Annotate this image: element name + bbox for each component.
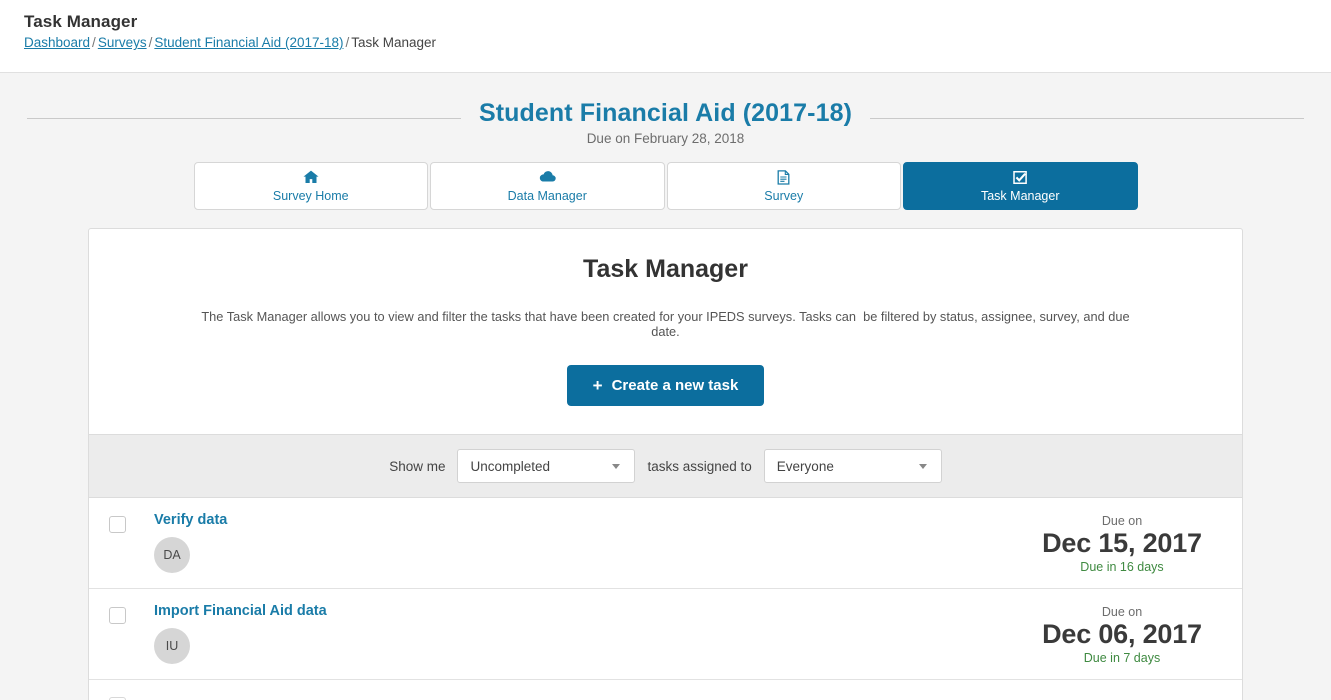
breadcrumb-item-survey[interactable]: Student Financial Aid (2017-18)	[154, 35, 343, 50]
tab-label: Survey Home	[272, 188, 349, 203]
show-me-label: Show me	[389, 458, 446, 474]
task-name-link[interactable]: Verify data	[154, 512, 1022, 528]
breadcrumb-item-dashboard[interactable]: Dashboard	[24, 35, 90, 50]
survey-title: Student Financial Aid (2017-18)	[460, 99, 871, 128]
task-filter-bar: Show me Uncompleted tasks assigned to Ev…	[89, 434, 1242, 498]
due-on-label: Due on	[1101, 604, 1143, 619]
assigned-to-label: tasks assigned to	[647, 458, 752, 474]
tab-label: Data Manager	[507, 188, 587, 203]
due-date: Dec 15, 2017	[1042, 528, 1202, 558]
tab-survey[interactable]: Survey	[666, 162, 901, 210]
due-date: Dec 06, 2017	[1042, 618, 1202, 649]
status-filter-value: Uncompleted	[470, 458, 551, 474]
survey-due-date: Due on February 28, 2018	[586, 131, 745, 146]
tab-survey-home[interactable]: Survey Home	[193, 162, 428, 210]
task-name-link[interactable]: Import Financial Aid data	[154, 603, 1022, 619]
cloud-upload-icon	[539, 170, 556, 185]
task-due-block: Due on Dec 15, 2017 Due in 16 days	[1022, 512, 1222, 574]
assignee-filter-select[interactable]: Everyone	[763, 449, 942, 483]
tab-data-manager[interactable]: Data Manager	[430, 162, 665, 210]
home-icon	[303, 170, 319, 185]
breadcrumb-item-surveys[interactable]: Surveys	[98, 35, 147, 50]
task-row: Import Financial Aid data IU Due on Dec …	[89, 589, 1242, 680]
add-new-task-row[interactable]: Click and start typing to add new task..	[89, 680, 1242, 700]
create-new-task-button[interactable]: + Create a new task	[566, 365, 765, 406]
task-complete-checkbox[interactable]	[109, 516, 126, 533]
document-icon	[777, 169, 790, 185]
breadcrumb-separator: /	[92, 35, 96, 50]
survey-title-section: Student Financial Aid (2017-18) Due on F…	[0, 99, 1331, 146]
avatar: DA	[154, 537, 190, 573]
breadcrumb: Dashboard / Surveys / Student Financial Aid …	[24, 35, 1331, 50]
card-title: Task Manager	[583, 255, 748, 283]
breadcrumb-item-current: Task Manager	[351, 35, 437, 50]
task-details: Import Financial Aid data IU	[126, 603, 1022, 664]
tab-label: Survey	[764, 188, 804, 203]
card-description: The Task Manager allows you to view and …	[201, 309, 1134, 339]
avatar: IU	[154, 627, 190, 664]
task-manager-intro: Task Manager The Task Manager allows you…	[89, 229, 1242, 434]
create-new-task-label: Create a new task	[611, 377, 739, 394]
checked-box-icon	[1013, 170, 1028, 185]
due-in-label: Due in 16 days	[1080, 559, 1164, 574]
due-in-label: Due in 7 days	[1083, 650, 1161, 665]
task-complete-checkbox[interactable]	[109, 606, 126, 624]
page-title: Task Manager	[24, 12, 138, 31]
status-filter-select[interactable]: Uncompleted	[457, 449, 636, 483]
title-rule-left	[27, 118, 475, 119]
due-on-label: Due on	[1101, 514, 1143, 528]
survey-tabs: Survey Home Data Manager Survey Task Man…	[193, 162, 1138, 210]
task-due-block: Due on Dec 06, 2017 Due in 7 days	[1022, 603, 1222, 665]
task-row: Verify data DA Due on Dec 15, 2017 Due i…	[89, 498, 1242, 589]
page-header: Task Manager Dashboard / Surveys / Student F…	[0, 0, 1331, 73]
plus-icon: +	[592, 376, 603, 395]
assignee-filter-value: Everyone	[776, 458, 834, 474]
tab-task-manager[interactable]: Task Manager	[903, 162, 1138, 210]
title-rule-right	[856, 118, 1304, 119]
chevron-down-icon	[612, 463, 621, 469]
chevron-down-icon	[918, 463, 927, 469]
task-manager-card: Task Manager The Task Manager allows you…	[88, 228, 1243, 700]
task-details: Verify data DA	[126, 512, 1022, 573]
tab-label: Task Manager	[980, 188, 1060, 203]
